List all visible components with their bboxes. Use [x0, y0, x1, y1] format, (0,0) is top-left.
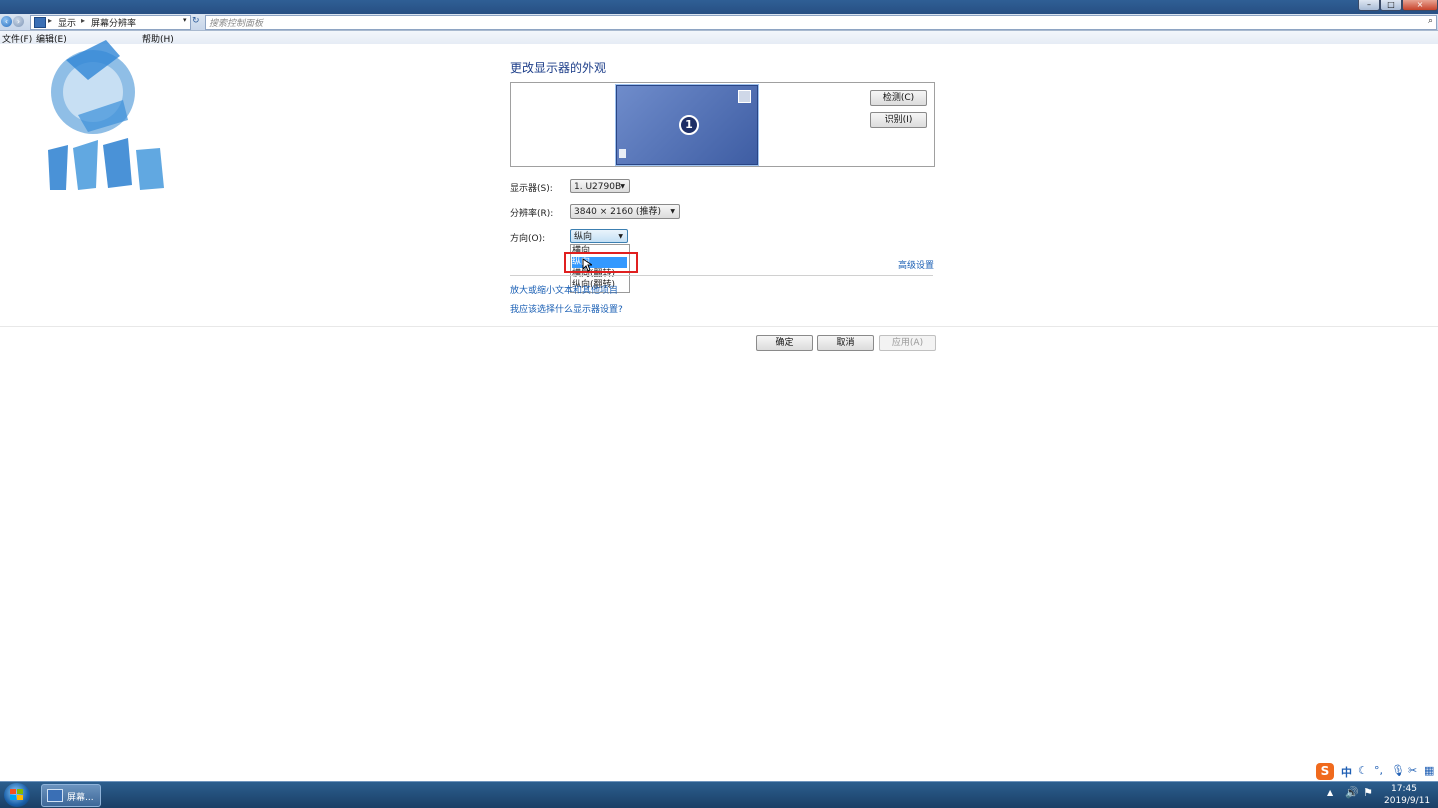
- windows-logo-icon: [10, 789, 23, 800]
- volume-icon[interactable]: 🔊: [1345, 786, 1359, 799]
- watermark-logo: [48, 40, 164, 190]
- ime-mode-label[interactable]: 中: [1341, 764, 1352, 780]
- skin-icon[interactable]: ✂: [1408, 764, 1417, 777]
- divider: [510, 275, 933, 276]
- clock-time[interactable]: 17:45: [1384, 784, 1424, 794]
- menu-bar: 文件(F) 编辑(E) 帮助(H): [0, 31, 1438, 45]
- search-input[interactable]: 搜索控制面板 ⌕: [205, 15, 1437, 30]
- ok-button[interactable]: 确定: [756, 335, 813, 351]
- close-button[interactable]: ×: [1402, 0, 1438, 11]
- window-glyph-icon: [619, 149, 626, 158]
- orientation-label: 方向(O):: [510, 234, 546, 244]
- page-title: 更改显示器的外观: [510, 61, 607, 75]
- search-icon[interactable]: ⌕: [1428, 16, 1433, 26]
- punctuation-icon[interactable]: °,: [1374, 764, 1383, 777]
- microphone-icon[interactable]: 🎙: [1391, 764, 1405, 777]
- minimize-button[interactable]: –: [1358, 0, 1380, 11]
- moon-icon[interactable]: ☾: [1358, 764, 1368, 777]
- display-label: 显示器(S):: [510, 184, 553, 194]
- search-placeholder: 搜索控制面板: [209, 19, 264, 29]
- start-button[interactable]: [4, 783, 30, 807]
- sogou-s-icon[interactable]: S: [1316, 763, 1334, 780]
- action-center-flag-icon[interactable]: ⚑: [1363, 786, 1373, 799]
- taskbar-item-label: 屏幕...: [67, 793, 94, 803]
- history-dropdown-icon[interactable]: ▾: [183, 16, 187, 24]
- help-link[interactable]: 我应该选择什么显示器设置?: [510, 302, 623, 315]
- resolution-label: 分辨率(R):: [510, 209, 554, 219]
- address-bar-row: ‹ › ▸ 显示 ▸ 屏幕分辨率 ▾ ↻ 搜索控制面板 ⌕: [0, 14, 1438, 31]
- window-glyph-icon: [738, 90, 751, 103]
- chevron-down-icon: ▼: [618, 233, 623, 240]
- mouse-cursor-icon: [582, 258, 592, 272]
- clock-date[interactable]: 2019/9/11: [1384, 796, 1430, 806]
- divider: [0, 326, 1438, 327]
- cancel-button[interactable]: 取消: [817, 335, 874, 351]
- resolution-select-value: 3840 × 2160 (推荐): [574, 207, 661, 217]
- monitor-1-tile[interactable]: 1: [616, 85, 758, 165]
- maximize-button[interactable]: □: [1380, 0, 1402, 11]
- resolution-select[interactable]: 3840 × 2160 (推荐) ▼: [570, 204, 680, 219]
- chevron-down-icon: ▼: [670, 208, 675, 215]
- display-select[interactable]: 1. U2790B ▼: [570, 179, 630, 193]
- grid-icon[interactable]: ▦: [1424, 764, 1434, 777]
- forward-icon[interactable]: ›: [13, 16, 24, 27]
- highlight-callout: [564, 252, 638, 273]
- refresh-icon[interactable]: ↻: [192, 16, 200, 26]
- orientation-select[interactable]: 纵向 ▼: [570, 229, 628, 243]
- advanced-settings-link[interactable]: 高级设置: [898, 258, 934, 271]
- apply-button[interactable]: 应用(A): [879, 335, 936, 351]
- back-icon[interactable]: ‹: [1, 16, 12, 27]
- orientation-select-value: 纵向: [574, 232, 593, 242]
- control-panel-icon: [47, 789, 63, 802]
- ime-toolbar: S 中 ☾ °, 🎙 ✂ ▦: [1314, 763, 1436, 780]
- monitor-number-badge: 1: [679, 115, 699, 135]
- display-select-value: 1. U2790B: [574, 182, 622, 192]
- taskbar: 屏幕... ▲ 🔊 ⚑ 17:45 2019/9/11: [0, 781, 1438, 808]
- identify-button[interactable]: 识别(I): [870, 112, 927, 128]
- enlarge-text-link[interactable]: 放大或缩小文本和其他项目: [510, 283, 618, 296]
- show-hidden-icons-icon[interactable]: ▲: [1327, 788, 1333, 797]
- taskbar-item-screen-resolution[interactable]: 屏幕...: [41, 784, 101, 807]
- detect-button[interactable]: 检测(C): [870, 90, 927, 106]
- chevron-down-icon: ▼: [620, 183, 625, 190]
- window-title-bar: – □ ×: [0, 0, 1438, 14]
